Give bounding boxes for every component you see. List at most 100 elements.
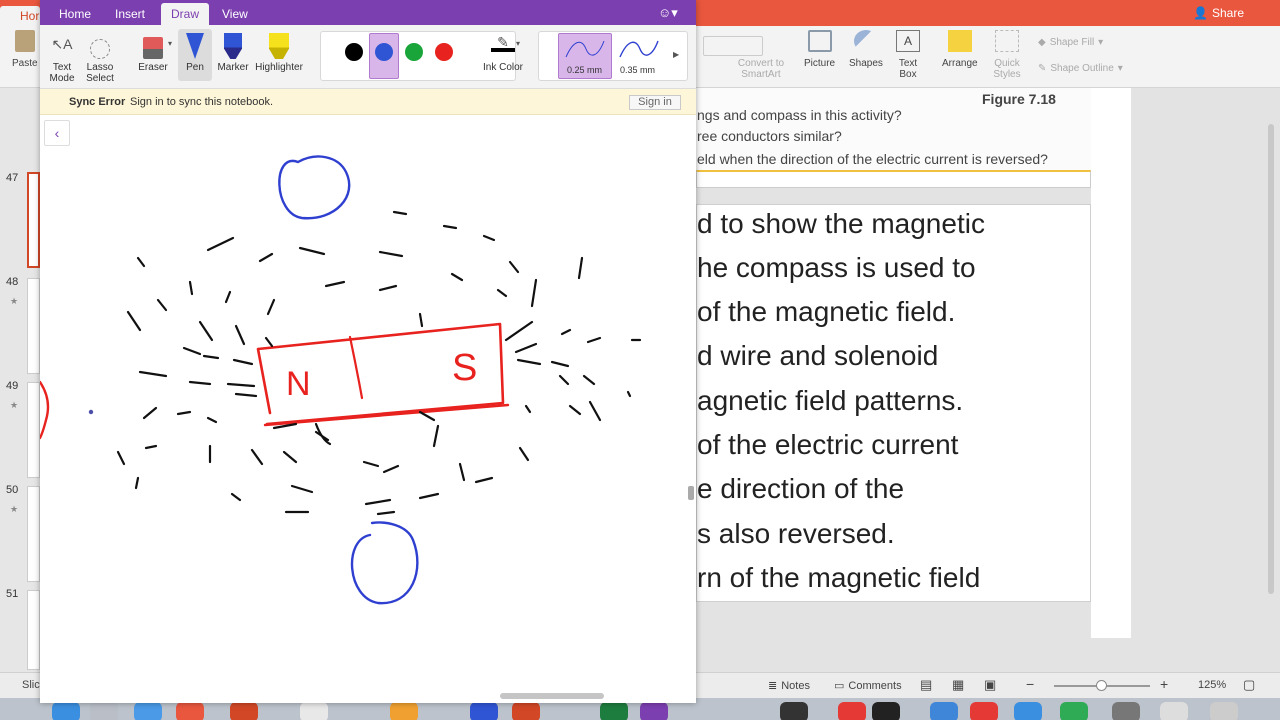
- field-lines: [116, 210, 642, 516]
- app-icon[interactable]: [872, 702, 900, 720]
- comments-icon: ▭: [834, 680, 845, 692]
- slide-sorter-icon[interactable]: ▦: [952, 677, 964, 693]
- clipboard-icon: [14, 30, 35, 52]
- app-icon[interactable]: [838, 702, 866, 720]
- zoom-slider-thumb[interactable]: [1096, 680, 1107, 691]
- picture-icon: [807, 30, 832, 52]
- arrange-icon: [947, 30, 972, 52]
- launchpad-icon[interactable]: [90, 702, 118, 720]
- safari-icon[interactable]: [134, 702, 162, 720]
- quick-styles-icon: [995, 30, 1019, 52]
- pencil-icon: ✎: [1038, 63, 1047, 74]
- vertical-scrollbar[interactable]: [1268, 124, 1274, 594]
- app-icon[interactable]: [970, 702, 998, 720]
- ink-stroke-magnet: [40, 380, 50, 440]
- app-icon[interactable]: [780, 702, 808, 720]
- notes-button[interactable]: ≣ Notes: [768, 679, 810, 693]
- app-icon[interactable]: [1014, 702, 1042, 720]
- powerpoint-icon[interactable]: [512, 702, 540, 720]
- app-icon[interactable]: [930, 702, 958, 720]
- app-icon[interactable]: [1060, 702, 1088, 720]
- star-icon: ★: [10, 296, 19, 306]
- resize-grip[interactable]: [688, 486, 694, 500]
- slide-divider: [696, 170, 1091, 188]
- app-icon[interactable]: [1112, 702, 1140, 720]
- slide-text-line: rn of the magnetic field: [697, 562, 981, 593]
- slide-text-line: of the magnetic field.: [697, 296, 956, 327]
- slide-thumbnail[interactable]: [27, 590, 40, 670]
- notes-app-icon[interactable]: [300, 702, 328, 720]
- ink-drawing-canvas[interactable]: N S: [40, 0, 696, 703]
- ink-dot: [88, 409, 94, 415]
- convert-to-smartart-button[interactable]: Convert to SmartArt: [736, 30, 786, 80]
- compass-circle-top: [278, 155, 351, 220]
- share-label: Share: [1211, 6, 1244, 20]
- thumbnail-number: 49: [6, 380, 19, 392]
- chevron-down-icon: ▾: [1117, 63, 1123, 74]
- chevron-down-icon: ▾: [1098, 37, 1104, 48]
- slide-indicator: Slic: [22, 679, 40, 691]
- question-line: ngs and compass in this activity?: [697, 107, 902, 123]
- app-icon[interactable]: [1160, 702, 1188, 720]
- thumbnail-number: 48: [6, 276, 19, 288]
- notes-icon: ≣: [768, 680, 778, 692]
- word-icon[interactable]: [470, 702, 498, 720]
- horizontal-scrollbar[interactable]: [500, 693, 604, 699]
- zoom-level[interactable]: 125%: [1198, 679, 1226, 691]
- zoom-slider[interactable]: [1054, 680, 1150, 691]
- slide-thumbnails-pane: 47 48 ★ 49 ★ 50 ★ 51: [0, 88, 40, 688]
- text-box-icon: A: [896, 30, 920, 52]
- slide-edge: [1091, 88, 1131, 638]
- fit-to-window-icon[interactable]: ▢: [1243, 677, 1255, 693]
- slide-text-line: he compass is used to: [697, 252, 976, 283]
- slide-text-line: d to show the magnetic: [697, 208, 985, 239]
- compass-circle-bottom: [350, 521, 419, 605]
- paint-bucket-icon: ◆: [1038, 37, 1046, 48]
- magnet-outline: [263, 403, 510, 427]
- shape-outline-button[interactable]: ✎ Shape Outline ▾: [1038, 63, 1123, 74]
- slide-thumbnail[interactable]: [27, 278, 40, 374]
- question-line: ree conductors similar?: [697, 128, 842, 144]
- shape-fill-button[interactable]: ◆ Shape Fill ▾: [1038, 37, 1103, 48]
- share-icon: 👤: [1193, 6, 1208, 20]
- trash-icon[interactable]: [1210, 702, 1238, 720]
- onenote-window: Home Insert Draw View ☺▾ ↖A Text Mode La…: [40, 0, 696, 703]
- magnet-north-label: N: [286, 365, 311, 403]
- calendar-icon[interactable]: [176, 702, 204, 720]
- text-box-button[interactable]: A Text Box: [896, 30, 920, 80]
- thumbnail-number: 51: [6, 588, 19, 600]
- slide-thumbnail[interactable]: [27, 172, 40, 268]
- shapes-button[interactable]: Shapes: [849, 30, 883, 69]
- app-icon[interactable]: [230, 702, 258, 720]
- normal-view-icon[interactable]: ▤: [920, 677, 932, 693]
- onenote-icon[interactable]: [640, 702, 668, 720]
- comments-button[interactable]: ▭ Comments: [834, 679, 902, 693]
- quick-styles-button[interactable]: Quick Styles: [990, 30, 1024, 80]
- magnet-south-label: S: [452, 347, 477, 389]
- finder-icon[interactable]: [52, 702, 80, 720]
- question-line: eld when the direction of the electric c…: [697, 151, 1048, 167]
- zoom-in-icon[interactable]: +: [1160, 676, 1168, 692]
- slide-text-line: d wire and solenoid: [697, 340, 939, 371]
- slide-text-line: of the electric current: [697, 429, 959, 460]
- app-icon[interactable]: [390, 702, 418, 720]
- shapes-icon: [853, 30, 878, 52]
- share-button[interactable]: 👤 Share: [1193, 6, 1244, 20]
- picture-button[interactable]: Picture: [804, 30, 835, 69]
- magnet-divider: [348, 335, 364, 400]
- paste-button[interactable]: Paste: [12, 30, 38, 69]
- reading-view-icon[interactable]: ▣: [984, 677, 996, 693]
- slide-thumbnail[interactable]: [27, 486, 40, 582]
- arrange-button[interactable]: Arrange: [942, 30, 978, 69]
- zoom-out-icon[interactable]: −: [1026, 676, 1034, 692]
- star-icon: ★: [10, 504, 19, 514]
- slide-thumbnail[interactable]: [27, 382, 40, 478]
- thumbnail-number: 50: [6, 484, 19, 496]
- thumbnail-number: 47: [6, 172, 19, 184]
- ppt-home-tab[interactable]: Hor: [0, 6, 40, 26]
- figure-caption: Figure 7.18: [982, 91, 1056, 107]
- excel-icon[interactable]: [600, 702, 628, 720]
- slide-text-line: e direction of the: [697, 473, 905, 504]
- slide-text-line: agnetic field patterns.: [697, 385, 964, 416]
- star-icon: ★: [10, 400, 19, 410]
